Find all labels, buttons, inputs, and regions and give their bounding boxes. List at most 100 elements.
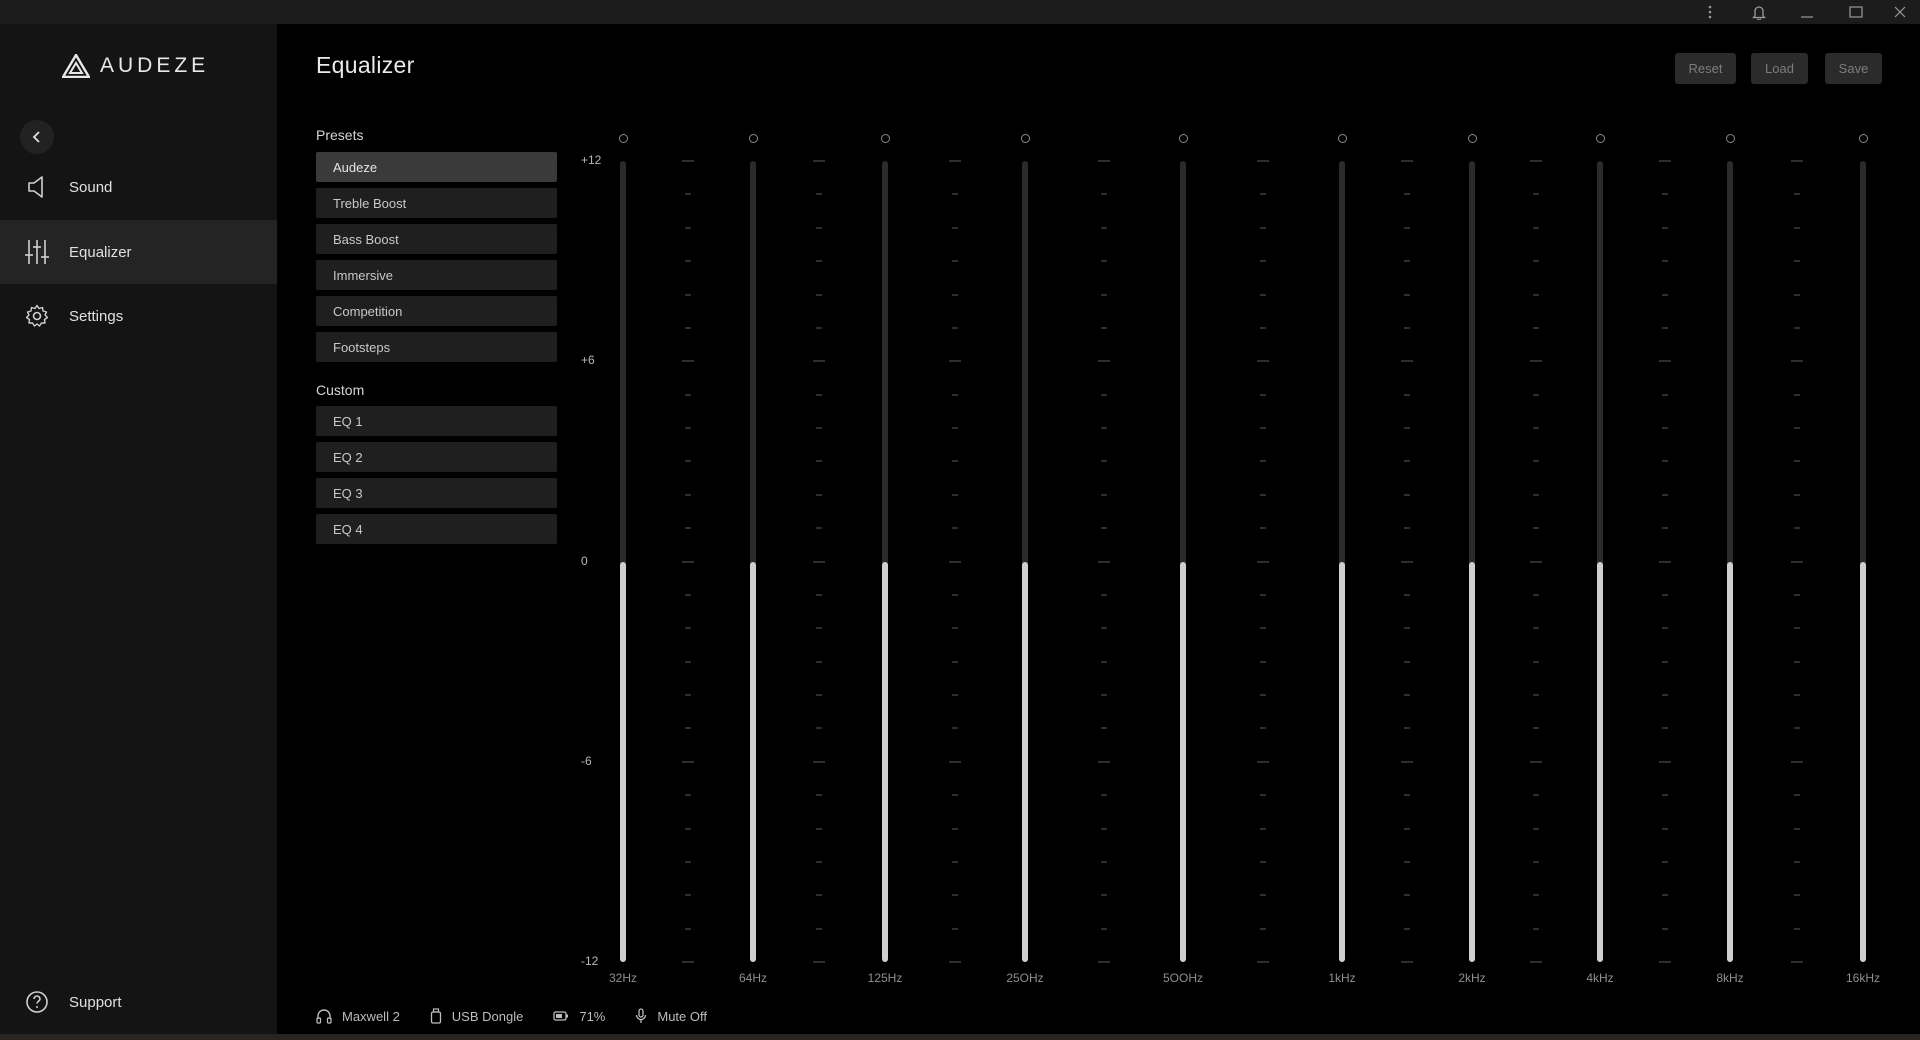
sidebar-item-sound[interactable]: Sound [0,155,277,219]
chevron-left-icon [32,131,40,143]
eq-band-handle[interactable] [1467,134,1477,143]
minimize-icon[interactable] [1787,0,1827,24]
grid-tick [1533,827,1539,830]
grid-tick [816,927,822,930]
grid-tick [1260,794,1266,797]
grid-tick [1659,360,1671,363]
maximize-icon[interactable] [1836,0,1876,24]
sidebar-item-equalizer[interactable]: Equalizer [0,220,277,284]
reset-button[interactable]: Reset [1675,53,1736,84]
battery-icon [553,1011,569,1021]
preset-item-immersive[interactable]: Immersive [316,260,557,290]
grid-tick [1260,727,1266,730]
grid-tick [1257,760,1269,763]
grid-tick [1794,794,1800,797]
more-vert-icon[interactable] [1690,0,1730,24]
grid-tick [1794,727,1800,730]
close-icon[interactable] [1880,0,1920,24]
grid-tick [1404,727,1410,730]
grid-tick [682,360,694,363]
eq-band-frequency-label: 64Hz [738,971,768,985]
eq-band-frequency-label: 4kHz [1586,971,1614,985]
eq-band-handle[interactable] [1020,134,1030,143]
grid-tick [1530,360,1542,363]
grid-tick [1260,193,1266,196]
grid-tick [1794,260,1800,263]
sidebar-item-settings[interactable]: Settings [0,284,277,348]
grid-tick [1662,627,1668,630]
grid-tick [1404,226,1410,229]
eq-band-fill [1860,561,1866,962]
back-button[interactable] [20,120,54,154]
load-button[interactable]: Load [1751,53,1808,84]
brand-logo: AUDEZE [62,54,209,78]
grid-tick [1662,794,1668,797]
eq-band-handle[interactable] [618,134,628,143]
grid-tick [816,860,822,863]
grid-tick [1260,860,1266,863]
grid-tick [685,460,691,463]
preset-item-bass-boost[interactable]: Bass Boost [316,224,557,254]
sidebar-item-support[interactable]: Support [0,978,277,1026]
grid-tick [1404,894,1410,897]
grid-tick [949,961,961,963]
grid-tick [1533,493,1539,496]
grid-tick [952,427,958,429]
eq-band-handle[interactable] [1595,134,1605,143]
battery-level: 71% [579,1008,606,1024]
grid-tick [1794,393,1800,396]
grid-tick [1404,860,1410,863]
custom-item-eq2[interactable]: EQ 2 [316,442,557,472]
audeze-logo-icon [62,54,90,78]
bottom-strip [0,1034,1920,1040]
eq-band-handle[interactable] [1337,134,1347,143]
eq-band-handle[interactable] [1858,134,1868,143]
custom-item-eq4[interactable]: EQ 4 [316,514,557,544]
presets-heading: Presets [316,127,364,143]
grid-tick [816,460,822,463]
grid-tick [1794,427,1800,429]
save-button[interactable]: Save [1825,53,1882,84]
preset-item-footsteps[interactable]: Footsteps [316,332,557,362]
custom-item-eq3[interactable]: EQ 3 [316,478,557,508]
grid-tick [1533,226,1539,229]
eq-band-handle[interactable] [748,134,758,143]
custom-item-eq1[interactable]: EQ 1 [316,406,557,436]
grid-tick [1659,760,1671,763]
grid-tick [952,326,958,329]
bell-icon[interactable] [1739,0,1779,24]
grid-tick [1530,560,1542,563]
grid-tick [682,560,694,563]
preset-item-competition[interactable]: Competition [316,296,557,326]
grid-tick [1401,360,1413,363]
grid-tick [1257,560,1269,563]
preset-item-treble-boost[interactable]: Treble Boost [316,188,557,218]
grid-tick [1662,527,1668,530]
preset-item-audeze[interactable]: Audeze [316,152,557,182]
grid-tick [1260,527,1266,530]
page-title: Equalizer [316,52,415,78]
y-axis-label: +12 [581,153,602,167]
eq-band-handle[interactable] [1725,134,1735,143]
grid-tick [685,927,691,930]
eq-band-handle[interactable] [880,134,890,143]
grid-tick [952,260,958,263]
grid-tick [1533,393,1539,396]
sidebar-item-label: Settings [69,307,124,325]
grid-tick [1794,527,1800,530]
grid-tick [1530,961,1542,963]
grid-tick [1662,593,1668,596]
grid-tick [1260,593,1266,596]
grid-tick [685,326,691,329]
grid-tick [813,360,825,363]
eq-band-handle[interactable] [1178,134,1188,143]
grid-tick [816,493,822,496]
grid-tick [1101,694,1107,696]
grid-tick [1533,627,1539,630]
grid-tick [1794,927,1800,930]
eq-band-fill [1339,561,1345,962]
grid-tick [685,593,691,596]
grid-tick [682,760,694,763]
grid-tick [1794,293,1800,296]
device-status: Maxwell 2 [316,1008,400,1024]
